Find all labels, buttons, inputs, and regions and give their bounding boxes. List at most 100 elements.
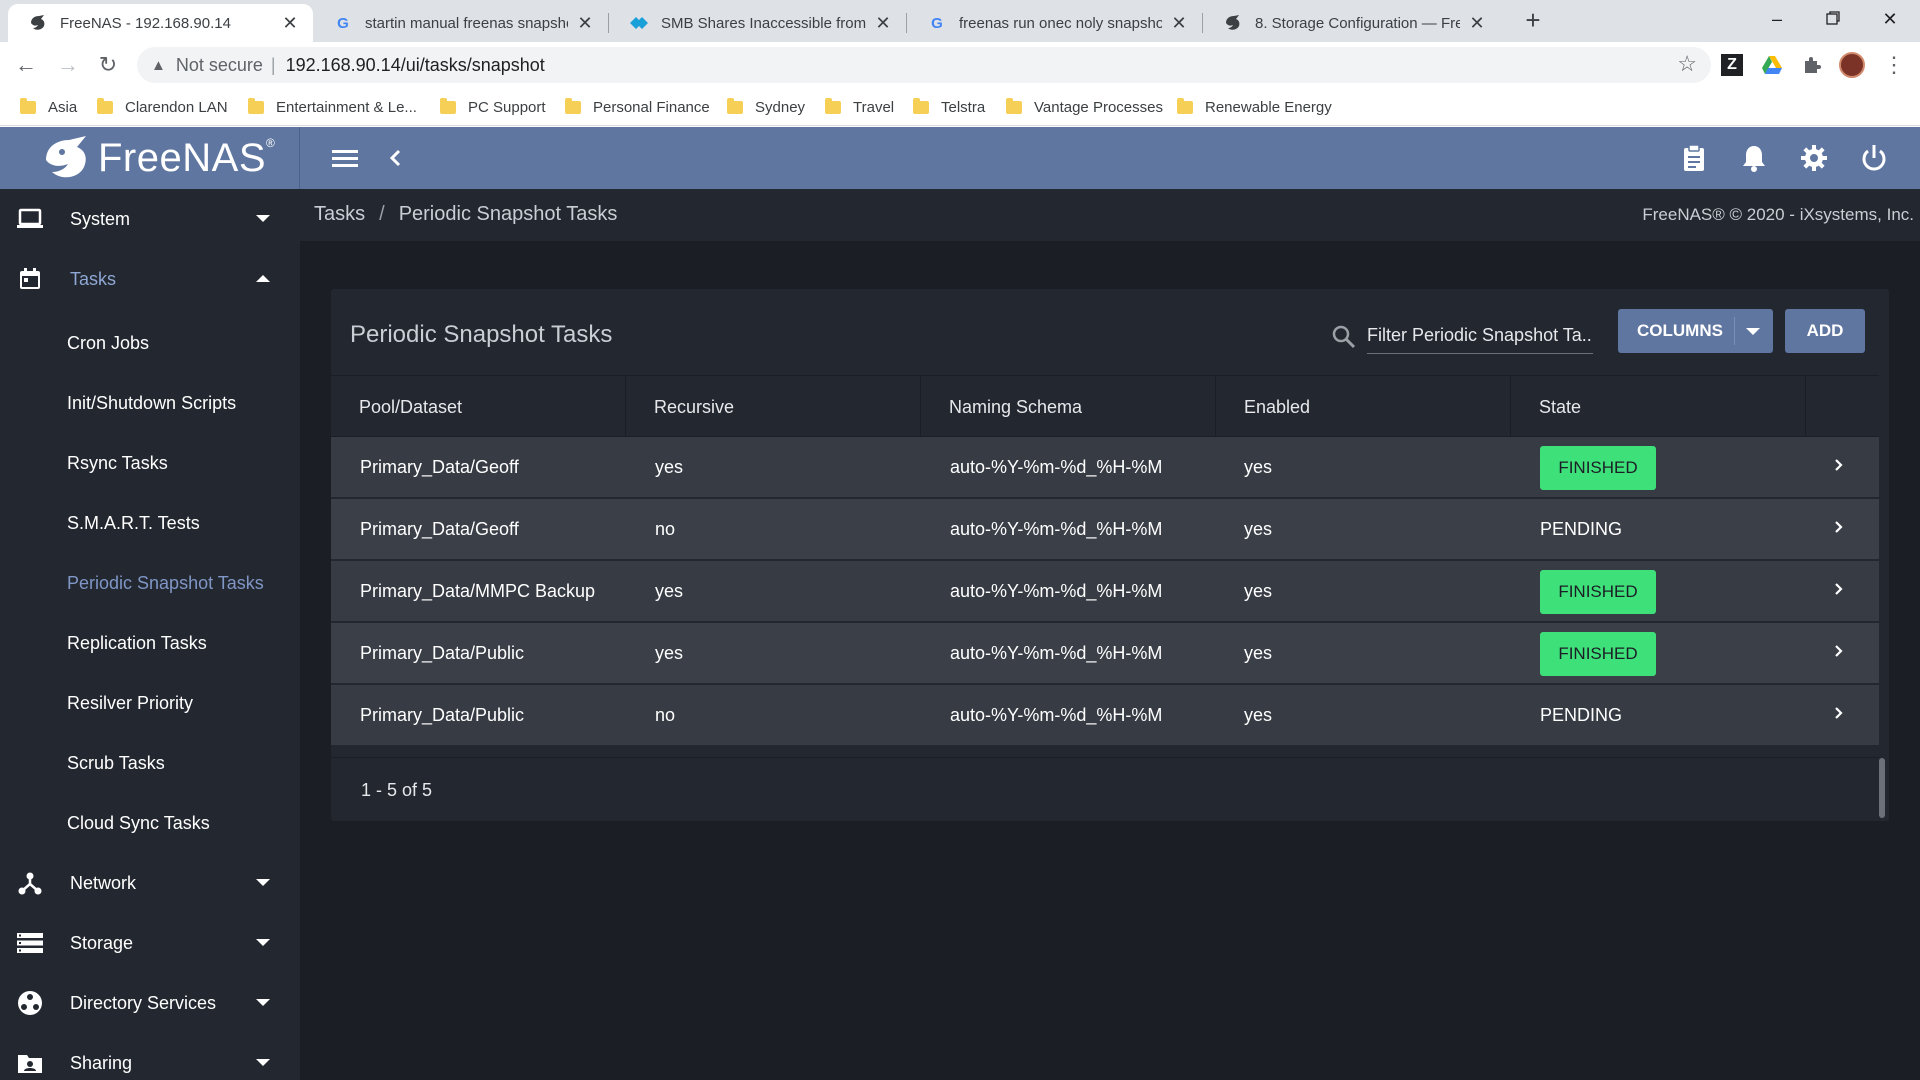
bookmark-star-icon[interactable]: ☆	[1677, 51, 1697, 77]
calendar-icon	[15, 264, 45, 294]
settings-gear-icon[interactable]	[1796, 140, 1832, 176]
tab-close-icon[interactable]: ✕	[1170, 13, 1188, 34]
tab-close-icon[interactable]: ✕	[281, 13, 299, 34]
status-badge-finished[interactable]: FINISHED	[1540, 570, 1656, 614]
bookmark-renewable-energy[interactable]: Renewable Energy	[1177, 97, 1332, 117]
table-row[interactable]: Primary_Data/Public yes auto-%Y-%m-%d_%H…	[331, 623, 1879, 685]
sidebar-item-cron-jobs[interactable]: Cron Jobs	[67, 328, 149, 358]
table-row[interactable]: Primary_Data/Public no auto-%Y-%m-%d_%H-…	[331, 685, 1879, 747]
columns-label: COLUMNS	[1637, 321, 1723, 340]
bookmark-entertainment[interactable]: Entertainment & Le...	[248, 97, 417, 117]
profile-avatar[interactable]	[1838, 51, 1866, 79]
column-header-recursive[interactable]: Recursive	[626, 376, 921, 438]
drive-extension-icon[interactable]	[1758, 51, 1786, 79]
tab-close-icon[interactable]: ✕	[576, 13, 594, 34]
browser-tab-storage-docs[interactable]: 8. Storage Configuration — FreeNAS ✕	[1203, 4, 1500, 42]
bookmark-pc-support[interactable]: PC Support	[440, 97, 546, 117]
column-header-enabled[interactable]: Enabled	[1216, 376, 1511, 438]
top-bar: FreeNAS®	[0, 127, 1920, 189]
sidebar-item-system[interactable]: System	[0, 189, 300, 249]
collapse-chevron-left-icon[interactable]	[377, 140, 413, 176]
status-badge-finished[interactable]: FINISHED	[1540, 446, 1656, 490]
bookmark-clarendon-lan[interactable]: Clarendon LAN	[97, 97, 228, 117]
browser-tab-google-2[interactable]: G freenas run onec noly snapshot - Goo ✕	[907, 4, 1202, 42]
power-icon[interactable]	[1856, 140, 1892, 176]
filter-input[interactable]	[1367, 318, 1593, 354]
status-badge-finished[interactable]: FINISHED	[1540, 632, 1656, 676]
freenas-logo[interactable]: FreeNAS®	[0, 127, 300, 189]
folder-icon	[913, 97, 929, 114]
chevron-down-icon	[256, 215, 270, 222]
filter-field	[1331, 318, 1593, 354]
menu-hamburger-icon[interactable]	[327, 140, 363, 176]
new-tab-icon[interactable]: +	[1518, 6, 1548, 36]
chevron-right-icon[interactable]	[1831, 703, 1847, 723]
chevron-right-icon[interactable]	[1831, 579, 1847, 599]
sidebar-item-replication-tasks[interactable]: Replication Tasks	[67, 628, 207, 658]
directory-icon	[15, 988, 45, 1018]
sidebar-item-rsync-tasks[interactable]: Rsync Tasks	[67, 448, 168, 478]
maximize-icon[interactable]	[1813, 2, 1853, 36]
sidebar-item-storage[interactable]: Storage	[0, 913, 300, 973]
extensions-puzzle-icon[interactable]	[1798, 51, 1826, 79]
columns-button[interactable]: COLUMNS	[1618, 309, 1773, 353]
tab-close-icon[interactable]: ✕	[874, 13, 892, 34]
breadcrumb-current: Periodic Snapshot Tasks	[398, 203, 618, 225]
browser-menu-icon[interactable]: ⋮	[1880, 51, 1908, 79]
sidebar-item-tasks[interactable]: Tasks	[0, 249, 300, 309]
table-row[interactable]: Primary_Data/Geoff yes auto-%Y-%m-%d_%H-…	[331, 437, 1879, 499]
column-header-naming-schema[interactable]: Naming Schema	[921, 376, 1216, 438]
bookmark-travel[interactable]: Travel	[825, 97, 894, 117]
bookmark-asia[interactable]: Asia	[20, 97, 77, 117]
notifications-bell-icon[interactable]	[1736, 140, 1772, 176]
sidebar-item-smart-tests[interactable]: S.M.A.R.T. Tests	[67, 508, 200, 538]
search-icon	[1332, 325, 1356, 349]
freenas-app: FreeNAS® System Tasks Cron Jobs Init/Shu…	[0, 127, 1920, 1080]
bookmark-sydney[interactable]: Sydney	[727, 97, 805, 117]
browser-tab-smb[interactable]: SMB Shares Inaccessible from Wi ✕	[609, 4, 906, 42]
breadcrumb-tasks[interactable]: Tasks	[314, 203, 365, 225]
table-row[interactable]: Primary_Data/MMPC Backup yes auto-%Y-%m-…	[331, 561, 1879, 623]
task-manager-clipboard-icon[interactable]	[1676, 140, 1712, 176]
card-title: Periodic Snapshot Tasks	[350, 321, 613, 348]
sidebar-item-scrub-tasks[interactable]: Scrub Tasks	[67, 748, 165, 778]
cell-enabled: yes	[1244, 581, 1273, 601]
sidebar-item-resilver-priority[interactable]: Resilver Priority	[67, 688, 193, 718]
cell-naming-schema: auto-%Y-%m-%d_%H-%M	[950, 519, 1163, 539]
minimize-icon[interactable]: –	[1757, 2, 1797, 36]
column-header-pool-dataset[interactable]: Pool/Dataset	[331, 376, 626, 438]
laptop-icon	[15, 204, 45, 234]
table-scrollbar[interactable]	[1879, 758, 1885, 818]
close-window-icon[interactable]: ✕	[1870, 2, 1910, 36]
chevron-right-icon[interactable]	[1831, 517, 1847, 537]
columns-divider	[1734, 317, 1735, 345]
sidebar-item-sharing[interactable]: Sharing	[0, 1033, 300, 1080]
browser-tab-freenas[interactable]: FreeNAS - 192.168.90.14 ✕	[8, 4, 313, 42]
address-bar[interactable]: ▲ Not secure | 192.168.90.14/ui/tasks/sn…	[137, 47, 1711, 83]
browser-tab-google-1[interactable]: G startin manual freenas snapshot - Goo …	[313, 4, 608, 42]
forward-icon[interactable]: →	[52, 49, 84, 81]
cell-dataset: Primary_Data/Public	[360, 705, 525, 725]
bookmark-telstra[interactable]: Telstra	[913, 97, 985, 117]
cell-naming-schema: auto-%Y-%m-%d_%H-%M	[950, 643, 1163, 663]
bookmarks-bar: Asia Clarendon LAN Entertainment & Le...…	[0, 88, 1920, 126]
reload-icon[interactable]: ↻	[92, 49, 124, 81]
bookmark-vantage-processes[interactable]: Vantage Processes	[1006, 97, 1163, 117]
table-row[interactable]: Primary_Data/Geoff no auto-%Y-%m-%d_%H-%…	[331, 499, 1879, 561]
chevron-down-icon	[256, 939, 270, 946]
add-button[interactable]: ADD	[1785, 309, 1865, 353]
sidebar-item-init-shutdown-scripts[interactable]: Init/Shutdown Scripts	[67, 388, 236, 418]
tab-close-icon[interactable]: ✕	[1468, 13, 1486, 34]
pagination-bar: 1 - 5 of 5	[331, 757, 1885, 821]
sidebar-item-periodic-snapshot-tasks[interactable]: Periodic Snapshot Tasks	[67, 568, 264, 598]
sidebar-item-cloud-sync-tasks[interactable]: Cloud Sync Tasks	[67, 808, 210, 838]
sidebar-item-directory-services[interactable]: Directory Services	[0, 973, 300, 1033]
column-header-state[interactable]: State	[1511, 376, 1806, 438]
sidebar-item-network[interactable]: Network	[0, 853, 300, 913]
cell-recursive: no	[655, 519, 676, 539]
zotero-extension-icon[interactable]: Z	[1718, 51, 1746, 79]
chevron-right-icon[interactable]	[1831, 455, 1847, 475]
bookmark-personal-finance[interactable]: Personal Finance	[565, 97, 710, 117]
back-icon[interactable]: ←	[10, 49, 42, 81]
chevron-right-icon[interactable]	[1831, 641, 1847, 661]
